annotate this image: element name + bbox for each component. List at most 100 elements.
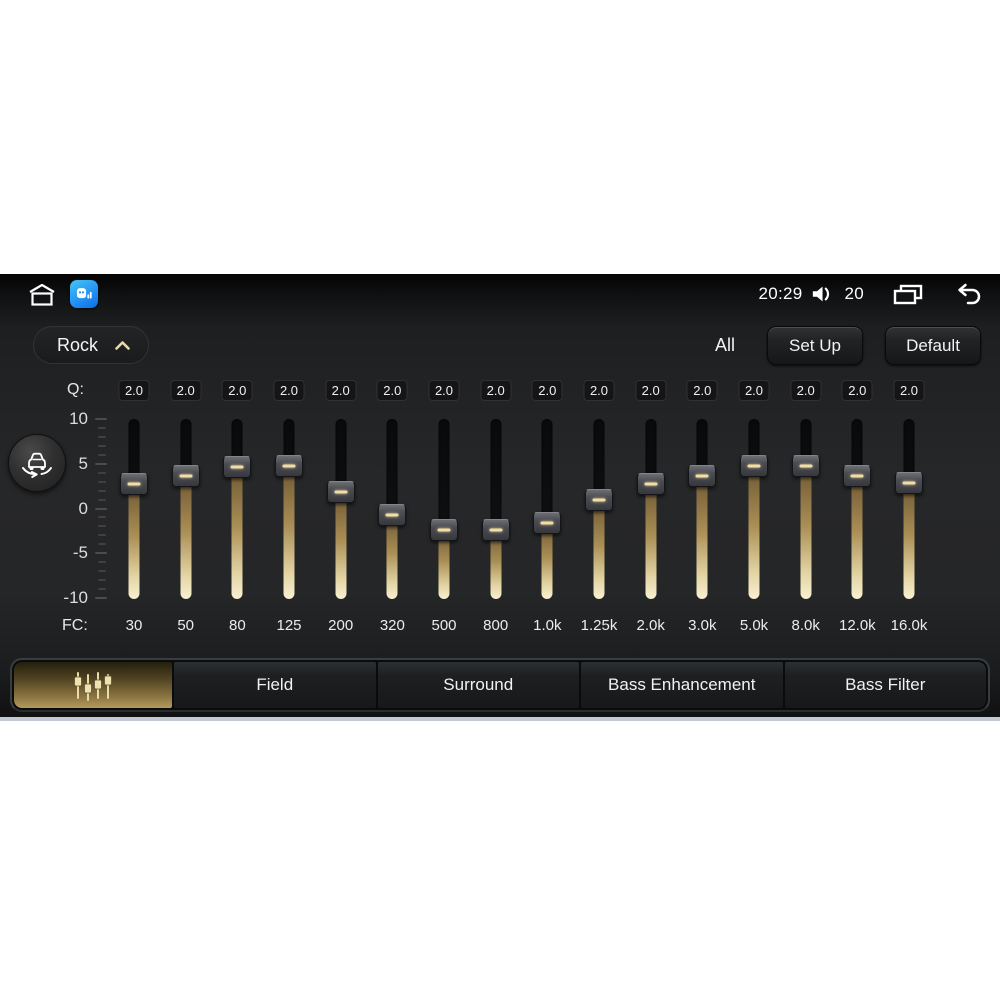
page: 20:29 20 Rock All Set Up Default Q: FC: … bbox=[0, 0, 1000, 1000]
q-value-chip: 2.0 bbox=[170, 380, 202, 401]
freq-label: 320 bbox=[379, 617, 405, 634]
q-value-chip: 2.0 bbox=[376, 380, 408, 401]
db-scale-label: -10 bbox=[63, 588, 88, 607]
ai-assistant-app-button[interactable] bbox=[70, 280, 98, 308]
eq-band: 2.0 3.0k bbox=[676, 274, 728, 717]
eq-band: 2.0 320 bbox=[366, 274, 418, 717]
slider-thumb[interactable] bbox=[791, 455, 820, 478]
db-scale-label: -5 bbox=[72, 543, 88, 563]
db-tick bbox=[98, 444, 106, 447]
db-tick bbox=[98, 471, 106, 474]
slider-gold-fill bbox=[386, 514, 398, 599]
q-value-chip: 2.0 bbox=[738, 380, 770, 401]
freq-label: 800 bbox=[483, 617, 509, 634]
db-scale-label: 10 bbox=[69, 409, 88, 428]
q-value-chip: 2.0 bbox=[273, 380, 305, 401]
db-tick bbox=[98, 435, 106, 438]
q-value-chip: 2.0 bbox=[686, 380, 718, 401]
slider-thumb[interactable] bbox=[843, 465, 872, 488]
q-value-chip: 2.0 bbox=[893, 380, 925, 401]
freq-label: 50 bbox=[177, 617, 194, 634]
slider-gold-fill bbox=[541, 522, 553, 599]
slider-thumb[interactable] bbox=[378, 503, 407, 526]
freq-label: 125 bbox=[276, 617, 302, 634]
q-value-chip: 2.0 bbox=[480, 380, 512, 401]
slider-thumb[interactable] bbox=[740, 455, 768, 478]
freq-label: 1.25k bbox=[580, 617, 618, 634]
freq-label: 5.0k bbox=[739, 617, 769, 634]
db-tick bbox=[98, 579, 106, 582]
db-tick bbox=[95, 552, 107, 555]
tab-bass-filter[interactable]: Bass Filter bbox=[784, 662, 986, 708]
db-tick bbox=[98, 516, 106, 519]
freq-label: 3.0k bbox=[688, 617, 717, 634]
eq-band: 2.0 2.0k bbox=[625, 274, 677, 717]
db-tick bbox=[95, 418, 107, 420]
equalizer-sliders-icon bbox=[69, 668, 117, 702]
home-button[interactable] bbox=[26, 282, 58, 308]
eq-band: 2.0 80 bbox=[211, 274, 263, 717]
preset-name: Rock bbox=[57, 334, 99, 355]
q-value-chip: 2.0 bbox=[531, 380, 563, 401]
slider-thumb[interactable] bbox=[481, 518, 510, 541]
db-tick bbox=[98, 534, 106, 537]
freq-label: 2.0k bbox=[636, 617, 665, 634]
slider-thumb[interactable] bbox=[326, 481, 355, 504]
slider-thumb[interactable] bbox=[171, 465, 200, 488]
q-value-chip: 2.0 bbox=[635, 380, 667, 401]
slider-thumb[interactable] bbox=[895, 472, 923, 495]
db-tick bbox=[98, 525, 106, 528]
slider-gold-fill bbox=[231, 467, 243, 599]
slider-gold-fill bbox=[748, 466, 760, 599]
ai-assistant-app-icon bbox=[74, 284, 94, 304]
db-tick bbox=[98, 489, 106, 492]
eq-band: 2.0 800 bbox=[470, 274, 522, 717]
freq-label: 30 bbox=[125, 617, 143, 634]
head-unit-screen: 20:29 20 Rock All Set Up Default Q: FC: … bbox=[0, 274, 1000, 717]
q-value-chip: 2.0 bbox=[583, 380, 615, 401]
slider-gold-fill bbox=[128, 484, 140, 599]
eq-band: 2.0 8.0k bbox=[780, 274, 832, 717]
q-value-chip: 2.0 bbox=[790, 380, 822, 401]
db-tick bbox=[98, 543, 106, 546]
tab-bass-enhancement[interactable]: Bass Enhancement bbox=[581, 662, 783, 708]
freq-label: 8.0k bbox=[791, 617, 820, 634]
freq-label: 12.0k bbox=[838, 617, 876, 634]
q-value-chip: 2.0 bbox=[428, 380, 460, 401]
freq-label: 500 bbox=[431, 617, 457, 634]
slider-thumb[interactable] bbox=[688, 465, 717, 488]
slider-thumb[interactable] bbox=[275, 455, 303, 478]
tab-surround[interactable]: Surround bbox=[377, 662, 579, 708]
fc-row-label: FC: bbox=[62, 617, 88, 634]
slider-thumb[interactable] bbox=[533, 511, 562, 534]
freq-label: 200 bbox=[328, 617, 354, 634]
freq-label: 16.0k bbox=[890, 617, 928, 634]
slider-thumb[interactable] bbox=[585, 488, 613, 511]
db-tick bbox=[98, 498, 106, 501]
eq-band: 2.0 500 bbox=[418, 274, 470, 717]
eq-band: 2.0 12.0k bbox=[831, 274, 883, 717]
slider-thumb[interactable] bbox=[223, 456, 252, 479]
eq-band: 2.0 30 bbox=[108, 274, 160, 717]
db-tick bbox=[95, 462, 107, 465]
q-row-label: Q: bbox=[67, 381, 84, 398]
slider-gold-fill bbox=[696, 476, 708, 599]
car-mode-button[interactable] bbox=[8, 434, 66, 492]
q-value-chip: 2.0 bbox=[325, 380, 357, 401]
tab-field[interactable]: Field bbox=[174, 662, 376, 708]
back-icon[interactable] bbox=[952, 283, 984, 305]
home-icon bbox=[26, 282, 58, 308]
bottom-tab-bar: Field Surround Bass Enhancement Bass Fil… bbox=[10, 658, 990, 712]
tab-equalizer[interactable] bbox=[14, 662, 172, 708]
db-tick bbox=[98, 480, 106, 483]
slider-gold-fill bbox=[645, 484, 657, 599]
db-tick bbox=[98, 570, 106, 573]
slider-thumb[interactable] bbox=[636, 473, 665, 496]
slider-thumb[interactable] bbox=[430, 518, 458, 541]
freq-label: 80 bbox=[228, 617, 246, 634]
slider-gold-fill bbox=[335, 492, 347, 599]
db-tick bbox=[98, 588, 106, 591]
q-value-chip: 2.0 bbox=[841, 380, 873, 401]
slider-thumb[interactable] bbox=[120, 473, 148, 496]
freq-label: 1.0k bbox=[533, 617, 562, 634]
